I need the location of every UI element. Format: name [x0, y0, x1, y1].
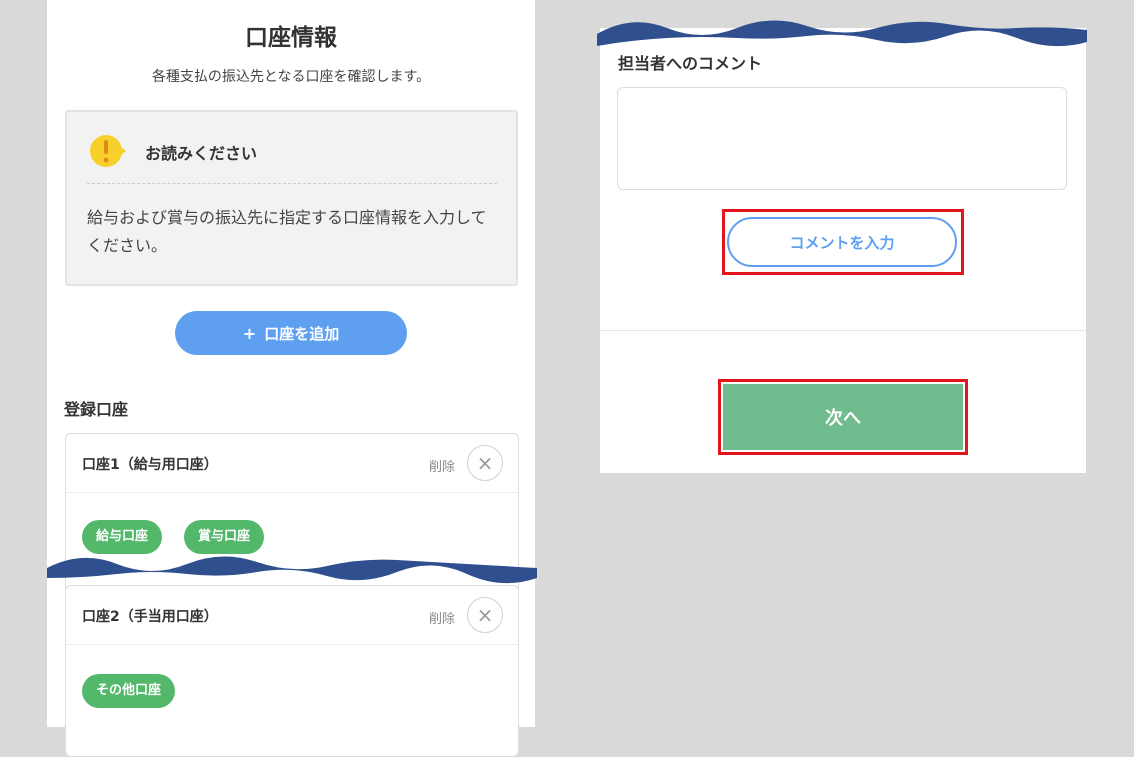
page-title: 口座情報 — [245, 25, 337, 51]
registered-accounts-heading: 登録口座 — [64, 400, 129, 419]
account-card-header: 口座1（給与用口座） 削除 × — [66, 434, 518, 493]
cut-wave-decoration — [597, 20, 1087, 47]
cut-wave-decoration — [47, 556, 537, 584]
delete-label: 削除 — [429, 460, 456, 475]
account-card: 口座2（手当用口座） 削除 × その他口座 — [65, 585, 519, 757]
notice-body: 給与および賞与の振込先に指定する口座情報を入力してください。 — [87, 208, 487, 255]
delete-account-button[interactable]: × — [467, 445, 503, 481]
warning-icon — [90, 135, 126, 167]
divider — [600, 330, 1086, 331]
notice-box: お読みください 給与および賞与の振込先に指定する口座情報を入力してください。 — [65, 110, 518, 286]
comment-panel: 担当者へのコメント コメントを入力 次へ — [600, 28, 1086, 473]
notice-title: お読みください — [145, 144, 258, 163]
next-button[interactable]: 次へ — [723, 384, 963, 450]
plus-icon: + — [242, 323, 257, 343]
account-name: 口座2（手当用口座） — [82, 609, 218, 625]
delete-label: 削除 — [429, 612, 456, 627]
page-subtitle: 各種支払の振込先となる口座を確認します。 — [151, 69, 431, 85]
account-info-panel: 口座情報 各種支払の振込先となる口座を確認します。 お読みください 給与および賞… — [47, 0, 535, 757]
account-tag: その他口座 — [82, 674, 176, 708]
enter-comment-button[interactable]: コメントを入力 — [727, 217, 957, 267]
account-name: 口座1（給与用口座） — [82, 457, 218, 473]
comment-label: 担当者へのコメント — [618, 54, 763, 73]
add-account-label: 口座を追加 — [264, 324, 340, 343]
delete-account-button[interactable]: × — [467, 597, 503, 633]
add-account-button[interactable]: + 口座を追加 — [175, 311, 407, 355]
notice-divider — [87, 183, 497, 184]
account-card-header: 口座2（手当用口座） 削除 × — [66, 586, 518, 645]
comment-textarea[interactable] — [617, 87, 1067, 190]
